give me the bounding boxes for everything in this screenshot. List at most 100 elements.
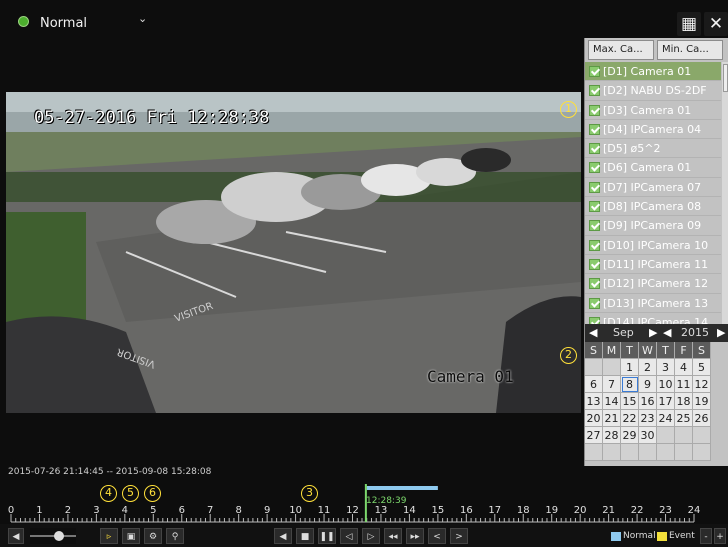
calendar-grid: S M T W T F S 1 2 3 4 5 6 7 8 9 10 11 12 13 14 15 16 17 18 19 20 21… <box>585 342 728 461</box>
checkbox-icon[interactable] <box>589 239 600 251</box>
osd-camera-name: Camera 01 <box>427 367 514 386</box>
calendar-day[interactable]: 20 <box>585 410 603 427</box>
checkbox-icon[interactable] <box>589 316 600 324</box>
calendar-day[interactable]: 8 <box>621 376 639 393</box>
calendar-day[interactable]: 2 <box>639 359 657 376</box>
marker-3: 3 <box>301 485 318 502</box>
camera-list-item[interactable]: [D2] NABU DS-2DF <box>585 81 721 101</box>
camera-list-item[interactable]: [D1] Camera 01 <box>585 62 721 82</box>
zoom-in-icon[interactable]: + <box>714 528 726 544</box>
checkbox-icon[interactable] <box>589 85 600 97</box>
calendar-day[interactable]: 25 <box>675 410 693 427</box>
settings-icon[interactable]: ⚙ <box>144 528 162 544</box>
step-back-icon[interactable]: ◁ <box>340 528 358 544</box>
camera-list-item[interactable]: [D4] IPCamera 04 <box>585 120 721 140</box>
camera-list-scrollbar[interactable] <box>722 62 728 324</box>
calendar-day[interactable]: 3 <box>657 359 675 376</box>
calendar-day[interactable]: 26 <box>693 410 711 427</box>
checkbox-icon[interactable] <box>589 143 600 155</box>
calendar-day[interactable]: 9 <box>639 376 657 393</box>
calendar-day[interactable]: 6 <box>585 376 603 393</box>
calendar-day[interactable]: 1 <box>621 359 639 376</box>
camera-list-item[interactable]: [D7] IPCamera 07 <box>585 178 721 198</box>
prev-segment-icon[interactable]: < <box>428 528 446 544</box>
volume-icon[interactable]: ◀ <box>8 528 24 544</box>
prev-year-icon[interactable]: ◀ <box>663 326 671 339</box>
checkbox-icon[interactable] <box>589 220 600 232</box>
next-year-icon[interactable]: ▶ <box>717 326 725 339</box>
calendar-day[interactable]: 19 <box>693 393 711 410</box>
calendar-day[interactable]: 22 <box>621 410 639 427</box>
checkbox-icon[interactable] <box>589 297 600 309</box>
checkbox-icon[interactable] <box>589 123 600 135</box>
camera-list-item[interactable]: [D11] IPCamera 11 <box>585 255 721 275</box>
prev-month-icon[interactable]: ◀ <box>589 326 597 339</box>
calendar-day[interactable]: 24 <box>657 410 675 427</box>
calendar-day[interactable]: 4 <box>675 359 693 376</box>
calendar-day[interactable]: 13 <box>585 393 603 410</box>
osd-datetime: 05-27-2016 Fri 12:28:38 <box>34 108 270 128</box>
camera-list-item[interactable]: [D3] Camera 01 <box>585 101 721 120</box>
camera-label: [D3] Camera 01 <box>603 103 692 117</box>
camera-list-item[interactable]: [D8] IPCamera 08 <box>585 197 721 217</box>
calendar-day[interactable]: 10 <box>657 376 675 393</box>
checkbox-icon[interactable] <box>589 278 600 290</box>
calendar-day[interactable]: 16 <box>639 393 657 410</box>
calendar-day[interactable]: 5 <box>693 359 711 376</box>
mode-select[interactable]: Normal <box>40 16 87 31</box>
calendar-day[interactable]: 14 <box>603 393 621 410</box>
calendar-day[interactable]: 12 <box>693 376 711 393</box>
checkbox-icon[interactable] <box>589 258 600 270</box>
timeline-hour-label: 13 <box>375 505 388 516</box>
calendar-day[interactable]: 29 <box>621 427 639 444</box>
checkbox-icon[interactable] <box>589 201 600 213</box>
close-icon[interactable]: ✕ <box>704 12 728 36</box>
camera-list-item[interactable]: [D10] IPCamera 10 <box>585 236 721 255</box>
timeline-cursor-time: 12:28:39 <box>366 496 407 506</box>
video-view[interactable]: VISITOR VISITOR 05-27-2016 Fri 12:28:38 … <box>6 92 581 413</box>
timeline-hour-label: 19 <box>545 505 558 516</box>
next-segment-icon[interactable]: > <box>450 528 468 544</box>
calendar-day[interactable]: 11 <box>675 376 693 393</box>
max-camera-button[interactable]: Max. Ca... <box>588 40 654 60</box>
checkbox-icon[interactable] <box>589 162 600 174</box>
zoom-out-icon[interactable]: - <box>700 528 712 544</box>
slow-icon[interactable]: ◂◂ <box>384 528 402 544</box>
camera-label: [D11] IPCamera 11 <box>603 257 709 271</box>
fullscreen-icon[interactable]: ▦ <box>677 12 701 36</box>
camera-list-item[interactable]: [D12] IPCamera 12 <box>585 274 721 294</box>
calendar-day[interactable]: 30 <box>639 427 657 444</box>
calendar-day[interactable]: 18 <box>675 393 693 410</box>
snapshot-icon[interactable]: ▣ <box>122 528 140 544</box>
calendar-day[interactable]: 23 <box>639 410 657 427</box>
stop-icon[interactable]: ■ <box>296 528 314 544</box>
camera-list-item[interactable]: [D13] IPCamera 13 <box>585 294 721 313</box>
zoom-icon[interactable]: ⚲ <box>166 528 184 544</box>
camera-list-item[interactable]: [D9] IPCamera 09 <box>585 216 721 236</box>
checkbox-icon[interactable] <box>589 181 600 193</box>
checkbox-icon[interactable] <box>589 104 600 116</box>
calendar-day <box>657 427 675 444</box>
calendar-day[interactable]: 7 <box>603 376 621 393</box>
calendar-day[interactable]: 21 <box>603 410 621 427</box>
camera-list-item[interactable]: [D6] Camera 01 <box>585 158 721 178</box>
volume-slider[interactable] <box>30 528 76 544</box>
step-forward-icon[interactable]: ▷ <box>362 528 380 544</box>
pause-icon[interactable]: ❚❚ <box>318 528 336 544</box>
calendar-day[interactable]: 15 <box>621 393 639 410</box>
time-range: 2015-07-26 21:14:45 -- 2015-09-08 15:28:… <box>8 467 212 477</box>
camera-list-item[interactable]: [D14] IPCamera 14 <box>585 313 721 324</box>
calendar-day[interactable]: 27 <box>585 427 603 444</box>
fast-icon[interactable]: ▸▸ <box>406 528 424 544</box>
scroll-thumb[interactable] <box>723 64 728 92</box>
calendar-day[interactable]: 28 <box>603 427 621 444</box>
next-month-icon[interactable]: ▶ <box>649 326 657 339</box>
reverse-play-icon[interactable]: ◀ <box>274 528 292 544</box>
checkbox-icon[interactable] <box>589 66 600 77</box>
chevron-down-icon[interactable]: ⌄ <box>138 12 147 25</box>
calendar-day[interactable]: 17 <box>657 393 675 410</box>
clip-icon[interactable]: ▹ <box>100 528 118 544</box>
recording-segment[interactable] <box>366 486 438 490</box>
camera-list-item[interactable]: [D5] ø5^2 <box>585 139 721 159</box>
min-camera-button[interactable]: Min. Ca... <box>657 40 723 60</box>
